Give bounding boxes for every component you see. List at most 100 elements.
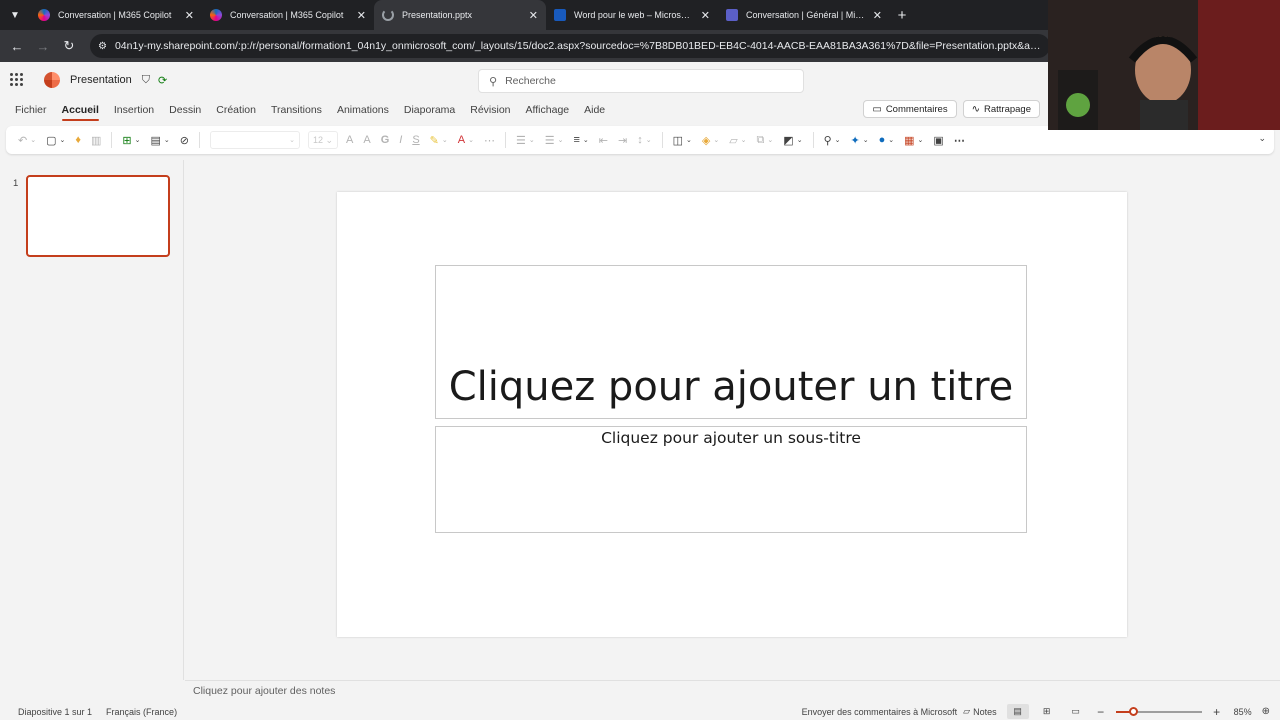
- separator: [111, 132, 113, 148]
- title-placeholder[interactable]: Cliquez pour ajouter un titre: [435, 265, 1027, 419]
- comments-button[interactable]: ▭ Commentaires: [863, 100, 957, 118]
- close-icon[interactable]: ✕: [529, 9, 538, 22]
- url-field[interactable]: ⚙ 04n1y-my.sharepoint.com/:p:/r/personal…: [90, 34, 1050, 58]
- document-title[interactable]: Presentation: [70, 74, 132, 86]
- reading-view-icon[interactable]: ▭: [1065, 704, 1087, 719]
- zoom-control: − +: [1094, 705, 1224, 719]
- webcam-overlay: [1048, 0, 1280, 130]
- tab-aide[interactable]: Aide: [584, 104, 605, 116]
- zoom-percentage[interactable]: 85%: [1234, 707, 1252, 717]
- shapes-icon[interactable]: ◫ ⌄: [673, 134, 692, 147]
- tab-revision[interactable]: Révision: [470, 104, 510, 116]
- notes-icon: ▱: [963, 706, 971, 716]
- font-name-select[interactable]: ⌄: [210, 131, 300, 149]
- dictate-icon[interactable]: ● ⌄: [879, 134, 895, 146]
- decrease-indent-icon[interactable]: ⇤: [599, 134, 608, 147]
- chevron-down-icon[interactable]: ⌄: [1258, 133, 1266, 144]
- shape-outline-icon[interactable]: ▱ ⌄: [729, 134, 746, 147]
- zoom-in-icon[interactable]: +: [1210, 705, 1224, 719]
- close-icon[interactable]: ✕: [357, 9, 366, 22]
- italic-icon[interactable]: I: [399, 134, 402, 146]
- tab-diaporama[interactable]: Diaporama: [404, 104, 455, 116]
- site-info-icon[interactable]: ⚙: [98, 41, 107, 52]
- align-icon[interactable]: ≡ ⌄: [573, 134, 588, 146]
- copilot-toolbar-icon[interactable]: ▣: [933, 134, 943, 147]
- tab-search-chevron-icon[interactable]: ▼: [0, 0, 30, 30]
- notes-toggle-button[interactable]: ▱ Notes: [963, 706, 996, 717]
- forward-icon[interactable]: →: [30, 39, 56, 54]
- sensitivity-shield-icon[interactable]: ⛉: [142, 74, 150, 87]
- search-input[interactable]: ⚲ Recherche: [478, 69, 804, 93]
- tab-creation[interactable]: Création: [216, 104, 256, 116]
- highlight-icon[interactable]: ✎ ⌄: [430, 134, 448, 147]
- tab-animations[interactable]: Animations: [337, 104, 389, 116]
- zoom-slider-thumb[interactable]: [1128, 706, 1138, 716]
- numbering-icon[interactable]: ☰ ⌄: [545, 134, 564, 147]
- hide-slide-icon[interactable]: ⊘: [180, 134, 189, 147]
- tab-fichier[interactable]: Fichier: [15, 104, 47, 116]
- line-spacing-icon[interactable]: ↕ ⌄: [637, 134, 651, 146]
- paste-icon[interactable]: ▢ ⌄: [46, 134, 65, 147]
- slide-thumbnail[interactable]: [26, 175, 170, 257]
- browser-tab[interactable]: Conversation | Général | Microsoft ✕: [718, 0, 890, 30]
- browser-tab-active[interactable]: Presentation.pptx ✕: [374, 0, 546, 30]
- shape-fill-icon[interactable]: ◈ ⌄: [702, 134, 719, 147]
- language-status[interactable]: Français (France): [106, 707, 177, 717]
- app-launcher-icon[interactable]: [10, 73, 24, 87]
- format-painter-icon[interactable]: ♦: [75, 134, 81, 146]
- undo-icon[interactable]: ↶ ⌄: [18, 134, 36, 147]
- fit-to-window-icon[interactable]: ⊕: [1262, 706, 1270, 717]
- increase-indent-icon[interactable]: ⇥: [618, 134, 627, 147]
- tab-accueil[interactable]: Accueil: [61, 104, 100, 121]
- grow-font-icon[interactable]: A: [346, 134, 353, 146]
- close-icon[interactable]: ✕: [701, 9, 710, 22]
- tab-label: Conversation | M365 Copilot: [230, 10, 344, 20]
- delete-icon[interactable]: ▥: [91, 134, 101, 147]
- browser-tab[interactable]: Conversation | M365 Copilot ✕: [202, 0, 374, 30]
- zoom-out-icon[interactable]: −: [1094, 705, 1108, 719]
- more-options-icon[interactable]: ⋯: [954, 134, 965, 147]
- copilot-icon: [210, 9, 222, 21]
- designer-icon[interactable]: ✦ ⌄: [851, 134, 869, 147]
- slide[interactable]: Cliquez pour ajouter un titre Cliquez po…: [337, 192, 1127, 637]
- slide-sorter-icon[interactable]: ⊞: [1036, 704, 1058, 719]
- quick-styles-icon[interactable]: ◩ ⌄: [783, 134, 802, 147]
- underline-icon[interactable]: S: [412, 134, 419, 146]
- close-icon[interactable]: ✕: [185, 9, 194, 22]
- separator: [199, 132, 200, 148]
- font-size-select[interactable]: 12 ⌄: [308, 131, 338, 149]
- powerpoint-logo-icon[interactable]: [44, 72, 60, 88]
- arrange-icon[interactable]: ⧉ ⌄: [757, 134, 774, 147]
- catch-up-button[interactable]: ∿ Rattrapage: [962, 100, 1040, 118]
- find-icon[interactable]: ⚲ ⌄: [824, 134, 841, 147]
- reload-icon[interactable]: ↻: [56, 38, 82, 54]
- tab-insertion[interactable]: Insertion: [114, 104, 154, 116]
- shrink-font-icon[interactable]: A: [363, 134, 370, 146]
- notes-placeholder: Cliquez pour ajouter des notes: [193, 685, 336, 697]
- saved-status-icon[interactable]: ⟳: [158, 74, 167, 87]
- close-icon[interactable]: ✕: [873, 9, 882, 22]
- zoom-slider[interactable]: [1115, 706, 1202, 716]
- more-font-options-icon[interactable]: ⋯: [484, 134, 495, 147]
- feedback-link[interactable]: Envoyer des commentaires à Microsoft: [802, 707, 958, 717]
- subtitle-placeholder[interactable]: Cliquez pour ajouter un sous-titre: [435, 426, 1027, 533]
- notes-field[interactable]: Cliquez pour ajouter des notes: [185, 680, 1280, 702]
- new-slide-icon[interactable]: ⊞ ⌄: [122, 134, 140, 147]
- new-tab-icon[interactable]: +: [890, 7, 914, 24]
- tab-dessin[interactable]: Dessin: [169, 104, 201, 116]
- browser-tab[interactable]: Word pour le web – Microsoft 365 ✕: [546, 0, 718, 30]
- tab-affichage[interactable]: Affichage: [526, 104, 570, 116]
- loading-icon: [382, 9, 394, 21]
- tab-transitions[interactable]: Transitions: [271, 104, 322, 116]
- add-ins-icon[interactable]: ▦ ⌄: [904, 134, 923, 147]
- browser-tab[interactable]: Conversation | M365 Copilot ✕: [30, 0, 202, 30]
- separator: [812, 132, 814, 148]
- normal-view-icon[interactable]: ▤: [1006, 704, 1029, 719]
- back-icon[interactable]: ←: [4, 39, 30, 54]
- slide-thumbnail-pane: 1: [0, 160, 184, 680]
- bold-icon[interactable]: G: [381, 134, 390, 146]
- font-color-icon[interactable]: A ⌄: [458, 134, 474, 146]
- layout-icon[interactable]: ▤ ⌄: [151, 134, 170, 147]
- bullets-icon[interactable]: ☰ ⌄: [516, 134, 535, 147]
- tab-label: Conversation | M365 Copilot: [58, 10, 172, 20]
